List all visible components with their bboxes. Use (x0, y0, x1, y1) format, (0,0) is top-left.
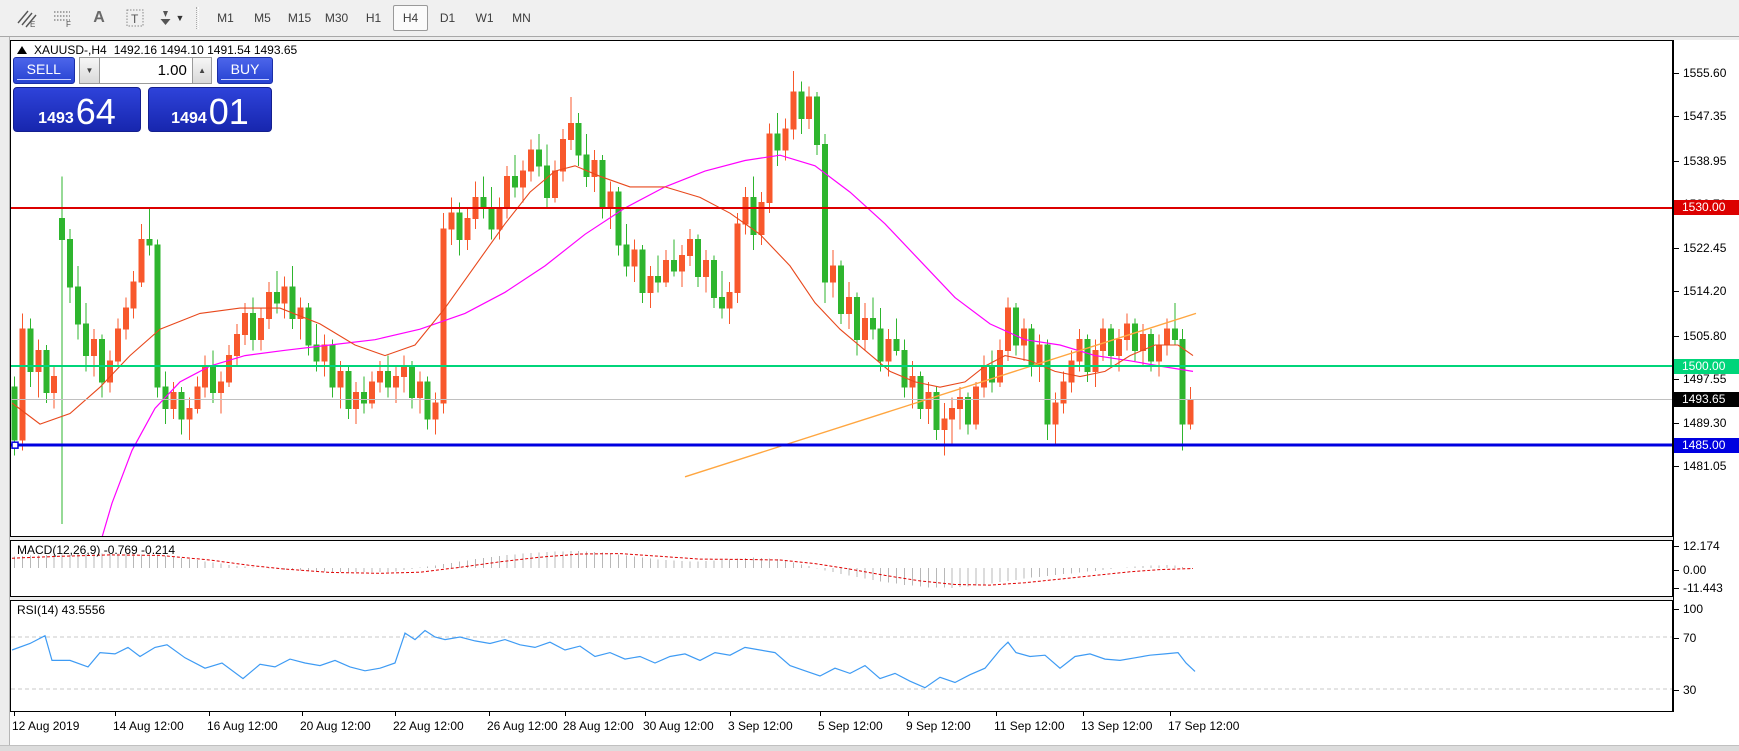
macd-axis-label: 0.00 (1674, 563, 1706, 577)
hline-price-label: 1530.00 (1674, 200, 1739, 215)
volume-decrease-button[interactable]: ▼ (79, 57, 100, 84)
time-tick (14, 712, 15, 716)
arrows-dropdown-caret[interactable]: ▼ (176, 13, 185, 23)
window-bottom-strip (0, 745, 1739, 751)
symbol-label: XAUUSD-,H4 (34, 43, 107, 57)
sell-price-big: 64 (76, 95, 116, 129)
macd-axis-label: -11.443 (1674, 581, 1723, 595)
price-tick-label: 1505.80 (1674, 329, 1726, 343)
fibo-expansion-icon[interactable]: E (12, 5, 42, 31)
time-tick (730, 712, 731, 716)
svg-text:E: E (30, 20, 35, 28)
time-label: 28 Aug 12:00 (563, 719, 634, 733)
arrows-icon[interactable]: ▼ (156, 5, 186, 31)
rsi-axis-label: 70 (1674, 631, 1696, 645)
time-axis[interactable]: 12 Aug 2019 14 Aug 12:00 16 Aug 12:00 20 Au… (10, 712, 1739, 745)
time-label: 3 Sep 12:00 (728, 719, 793, 733)
bid-price-label: 1493.65 (1674, 392, 1739, 407)
timeframe-button-h1[interactable]: H1 (356, 5, 391, 31)
symbol-marker-icon (17, 46, 27, 54)
ohlc-values: 1492.16 1494.10 1491.54 1493.65 (114, 43, 298, 57)
line-studies-toolbar: E F A T ▼ (0, 5, 186, 31)
time-tick (908, 712, 909, 716)
macd-canvas[interactable] (11, 541, 1672, 596)
rsi-canvas[interactable] (11, 601, 1672, 711)
buy-quote-box[interactable]: 1494 01 (148, 87, 272, 132)
time-tick (1170, 712, 1171, 716)
time-tick (565, 712, 566, 716)
price-tick-label: 1555.60 (1674, 66, 1726, 80)
hline-price-label: 1500.00 (1674, 359, 1739, 374)
macd-panel: MACD(12,26,9) -0.769 -0.214 (10, 540, 1673, 597)
text-label-icon[interactable]: T (120, 5, 150, 31)
timeframe-button-m15[interactable]: M15 (282, 5, 317, 31)
hline-price-label: 1485.00 (1674, 438, 1739, 453)
toolbar-separator (196, 7, 199, 29)
time-label: 16 Aug 12:00 (207, 719, 278, 733)
time-label: 22 Aug 12:00 (393, 719, 464, 733)
time-tick (1083, 712, 1084, 716)
macd-label: MACD(12,26,9) -0.769 -0.214 (17, 543, 175, 557)
timeframe-button-m30[interactable]: M30 (319, 5, 354, 31)
time-tick (302, 712, 303, 716)
volume-input[interactable] (100, 57, 192, 84)
time-tick (489, 712, 490, 716)
text-icon[interactable]: A (84, 5, 114, 31)
time-label: 11 Sep 12:00 (994, 719, 1065, 733)
sell-button[interactable]: SELL (13, 57, 75, 84)
time-tick (645, 712, 646, 716)
price-axis[interactable]: 1555.601547.351538.951530.701522.451514.… (1673, 40, 1739, 745)
time-tick (996, 712, 997, 716)
timeframe-button-m5[interactable]: M5 (245, 5, 280, 31)
rsi-label: RSI(14) 43.5556 (17, 603, 105, 617)
timeframe-button-m1[interactable]: M1 (208, 5, 243, 31)
rsi-panel: RSI(14) 43.5556 (10, 600, 1673, 712)
price-tick-label: 1522.45 (1674, 241, 1726, 255)
toolbar: E F A T ▼ M1M5M15M30H1H4D1W1MN (0, 0, 1739, 37)
fibo-retracement-icon[interactable]: F (48, 5, 78, 31)
buy-button[interactable]: BUY (217, 57, 273, 84)
time-label: 12 Aug 2019 (12, 719, 79, 733)
time-label: 26 Aug 12:00 (487, 719, 558, 733)
price-tick-label: 1497.55 (1674, 372, 1726, 386)
price-tick-label: 1538.95 (1674, 154, 1726, 168)
price-tick-label: 1514.20 (1674, 284, 1726, 298)
price-tick-label: 1489.30 (1674, 416, 1726, 430)
svg-text:F: F (66, 20, 71, 28)
timeframe-button-h4[interactable]: H4 (393, 5, 428, 31)
timeframe-button-d1[interactable]: D1 (430, 5, 465, 31)
time-label: 17 Sep 12:00 (1168, 719, 1239, 733)
time-label: 14 Aug 12:00 (113, 719, 184, 733)
sell-price-small: 1493 (38, 109, 74, 129)
rsi-axis-label: 100 (1674, 602, 1703, 616)
sell-quote-box[interactable]: 1493 64 (13, 87, 141, 132)
timeframe-bar: M1M5M15M30H1H4D1W1MN (207, 5, 540, 31)
time-label: 30 Aug 12:00 (643, 719, 714, 733)
buy-price-small: 1494 (171, 109, 207, 129)
time-label: 9 Sep 12:00 (906, 719, 971, 733)
time-tick (209, 712, 210, 716)
time-tick (820, 712, 821, 716)
timeframe-button-w1[interactable]: W1 (467, 5, 502, 31)
time-label: 20 Aug 12:00 (300, 719, 371, 733)
terminal-window: E F A T ▼ M1M5M15M30H1H4D1W1MN XAUUSD-,H… (0, 0, 1739, 751)
window-left-gutter (0, 37, 10, 751)
price-tick-label: 1547.35 (1674, 109, 1726, 123)
chart-title: XAUUSD-,H4 1492.16 1494.10 1491.54 1493.… (17, 43, 297, 57)
time-tick (115, 712, 116, 716)
price-tick-label: 1481.05 (1674, 459, 1726, 473)
one-click-trading-panel: SELL ▼ ▲ BUY 1493 64 1494 01 (13, 57, 273, 132)
buy-price-big: 01 (209, 95, 249, 129)
rsi-axis-label: 30 (1674, 683, 1696, 697)
svg-text:T: T (131, 12, 139, 26)
macd-axis-label: 12.174 (1674, 539, 1720, 553)
main-chart-panel: XAUUSD-,H4 1492.16 1494.10 1491.54 1493.… (10, 40, 1673, 537)
volume-increase-button[interactable]: ▲ (192, 57, 213, 84)
time-tick (395, 712, 396, 716)
time-label: 5 Sep 12:00 (818, 719, 883, 733)
time-label: 13 Sep 12:00 (1081, 719, 1152, 733)
timeframe-button-mn[interactable]: MN (504, 5, 539, 31)
